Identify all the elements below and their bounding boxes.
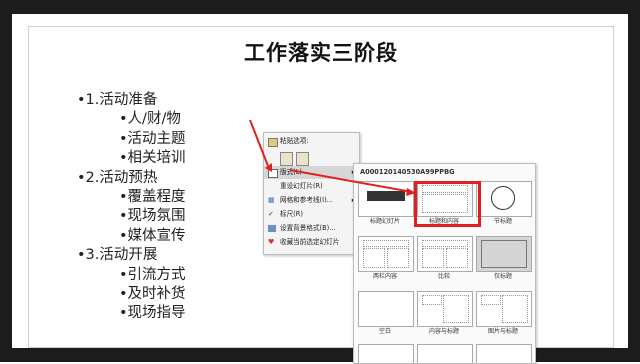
arrow-line [289,169,413,193]
arrow-head [265,163,272,172]
arrow-line [249,119,269,167]
arrow-head [406,188,416,196]
annotation-arrows [249,119,416,196]
